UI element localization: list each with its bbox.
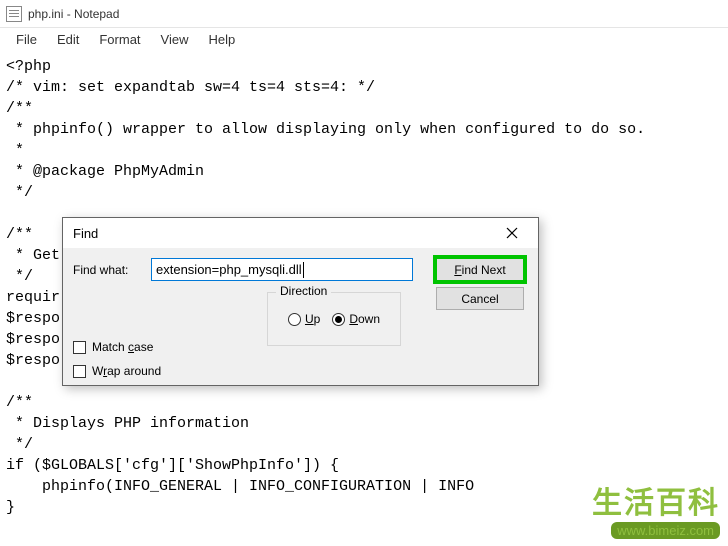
find-next-button[interactable]: Find Next xyxy=(436,258,524,281)
find-what-value: extension=php_mysqli.dll xyxy=(156,262,302,277)
menu-help[interactable]: Help xyxy=(198,30,245,49)
menu-view[interactable]: View xyxy=(151,30,199,49)
find-what-input[interactable]: extension=php_mysqli.dll xyxy=(151,258,413,281)
radio-down-indicator xyxy=(332,313,345,326)
checkbox-wrap-around xyxy=(73,365,86,378)
watermark-text: 生活百科 xyxy=(592,478,720,522)
window-title-bar: php.ini - Notepad xyxy=(0,0,728,28)
text-caret xyxy=(303,262,304,278)
watermark-url: www.bimeiz.com xyxy=(611,522,720,539)
find-next-label-rest: ind Next xyxy=(462,263,506,277)
checkbox-match-case xyxy=(73,341,86,354)
close-icon xyxy=(506,227,518,239)
check-wrap-around[interactable]: Wrap around xyxy=(73,364,161,378)
window-title: php.ini - Notepad xyxy=(28,7,119,21)
menu-file[interactable]: File xyxy=(6,30,47,49)
find-what-label: Find what: xyxy=(73,263,145,277)
cancel-button[interactable]: Cancel xyxy=(436,287,524,310)
close-button[interactable] xyxy=(492,221,532,245)
check-match-case[interactable]: Match case xyxy=(73,340,161,354)
menu-format[interactable]: Format xyxy=(89,30,150,49)
find-dialog: Find Find what: extension=php_mysqli.dll… xyxy=(62,217,539,386)
radio-up[interactable]: Up xyxy=(288,312,320,326)
notepad-icon xyxy=(6,6,22,22)
radio-up-indicator xyxy=(288,313,301,326)
direction-groupbox: Direction Up Down xyxy=(267,292,401,346)
direction-label: Direction xyxy=(276,284,331,298)
menu-bar: File Edit Format View Help xyxy=(0,28,728,52)
watermark: 生活百科 www.bimeiz.com xyxy=(592,478,720,540)
dialog-title-bar[interactable]: Find xyxy=(63,218,538,248)
menu-edit[interactable]: Edit xyxy=(47,30,89,49)
radio-down[interactable]: Down xyxy=(332,312,380,326)
dialog-title: Find xyxy=(73,226,98,241)
